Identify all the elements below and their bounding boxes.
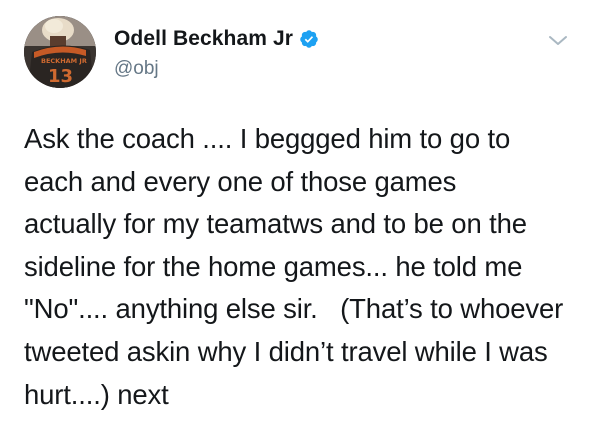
verified-badge-icon <box>299 29 319 49</box>
display-name[interactable]: Odell Beckham Jr <box>114 27 293 51</box>
tweet-text: Ask the coach .... I beggged him to go t… <box>24 123 564 410</box>
avatar[interactable]: BECKHAM JR 13 <box>24 16 96 88</box>
display-name-row: Odell Beckham Jr <box>114 26 319 52</box>
avatar-jersey-number: 13 <box>48 66 73 87</box>
author-names: Odell Beckham Jr @obj <box>114 26 319 80</box>
avatar-image: BECKHAM JR 13 <box>24 16 96 88</box>
avatar-jersey-name: BECKHAM JR <box>41 57 87 65</box>
tweet-header: BECKHAM JR 13 Odell Beckham Jr @obj <box>24 16 574 90</box>
chevron-down-icon[interactable] <box>548 34 568 48</box>
user-handle[interactable]: @obj <box>114 58 319 80</box>
tweet-card: BECKHAM JR 13 Odell Beckham Jr @obj Ask … <box>0 0 595 430</box>
